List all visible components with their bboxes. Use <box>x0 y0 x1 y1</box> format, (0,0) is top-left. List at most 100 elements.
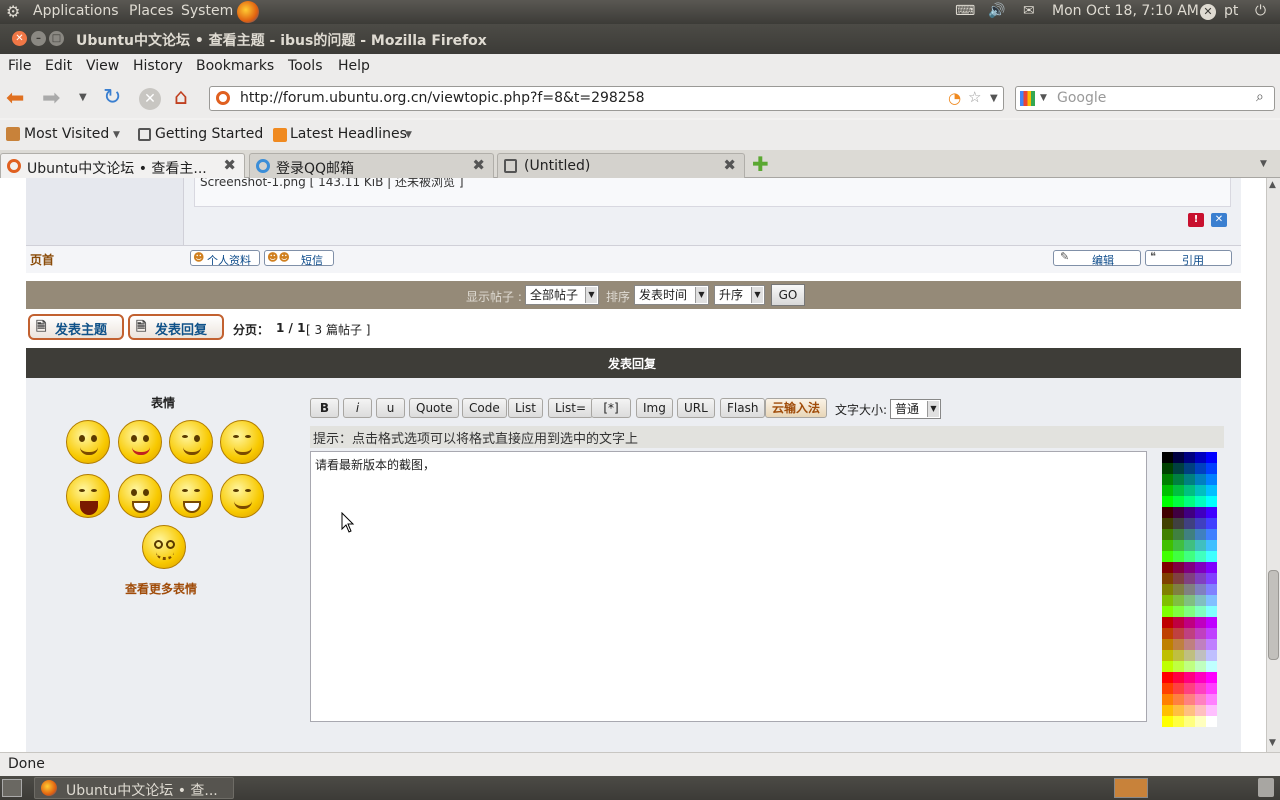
color-swatch[interactable] <box>1195 672 1206 683</box>
applications-menu[interactable]: Applications <box>33 3 119 19</box>
close-window-button[interactable]: ✕ <box>12 31 27 46</box>
color-swatch[interactable] <box>1195 507 1206 518</box>
grin-sweat-icon[interactable] <box>118 474 162 518</box>
color-swatch[interactable] <box>1184 452 1195 463</box>
search-engine-dropdown-icon[interactable]: ▼ <box>1040 93 1047 103</box>
color-swatch[interactable] <box>1195 650 1206 661</box>
color-swatch[interactable] <box>1206 639 1217 650</box>
color-swatch[interactable] <box>1184 683 1195 694</box>
color-swatch[interactable] <box>1195 474 1206 485</box>
color-swatch[interactable] <box>1184 650 1195 661</box>
color-swatch[interactable] <box>1206 672 1217 683</box>
color-swatch[interactable] <box>1162 507 1173 518</box>
color-swatch[interactable] <box>1162 606 1173 617</box>
reload-icon[interactable]: ↻ <box>103 85 121 110</box>
latest-headlines-dropdown-icon[interactable]: ▼ <box>405 130 412 140</box>
color-swatch[interactable] <box>1173 485 1184 496</box>
color-swatch[interactable] <box>1173 496 1184 507</box>
color-swatch[interactable] <box>1206 694 1217 705</box>
color-swatch[interactable] <box>1195 617 1206 628</box>
latest-headlines-bookmark[interactable]: Latest Headlines <box>290 126 407 142</box>
color-swatch[interactable] <box>1173 672 1184 683</box>
color-swatch[interactable] <box>1162 551 1173 562</box>
color-swatch[interactable] <box>1173 551 1184 562</box>
firefox-launcher-icon[interactable] <box>237 1 259 23</box>
color-swatch[interactable] <box>1195 694 1206 705</box>
power-icon[interactable]: ⏻ <box>1255 3 1266 19</box>
font-size-select[interactable]: 普通 ▼ <box>890 399 941 419</box>
color-swatch[interactable] <box>1195 529 1206 540</box>
giggle-icon[interactable] <box>220 420 264 464</box>
menu-tools[interactable]: Tools <box>288 58 323 74</box>
list-button[interactable]: List <box>508 398 543 418</box>
color-swatch[interactable] <box>1184 485 1195 496</box>
back-to-top-link[interactable]: 页首 <box>30 251 54 268</box>
color-swatch[interactable] <box>1162 529 1173 540</box>
color-swatch[interactable] <box>1206 496 1217 507</box>
color-swatch[interactable] <box>1206 573 1217 584</box>
show-posts-select[interactable]: 全部帖子 ▼ <box>525 285 599 305</box>
color-swatch[interactable] <box>1195 540 1206 551</box>
menu-file[interactable]: File <box>8 58 31 74</box>
color-swatch[interactable] <box>1162 463 1173 474</box>
tab-list-dropdown-icon[interactable]: ▼ <box>1260 159 1267 169</box>
color-swatch[interactable] <box>1184 551 1195 562</box>
color-swatch[interactable] <box>1184 595 1195 606</box>
close-tab-icon[interactable]: ✖ <box>723 156 736 174</box>
color-swatch[interactable] <box>1162 562 1173 573</box>
color-swatch[interactable] <box>1195 661 1206 672</box>
tongue-out-icon[interactable] <box>118 420 162 464</box>
keyboard-layout-indicator[interactable]: pt <box>1224 3 1238 19</box>
profile-button[interactable]: ☻ 个人资料 <box>190 250 260 267</box>
color-swatch[interactable] <box>1184 529 1195 540</box>
color-swatch[interactable] <box>1195 683 1206 694</box>
color-swatch[interactable] <box>1206 617 1217 628</box>
color-swatch[interactable] <box>1206 474 1217 485</box>
stop-icon[interactable]: ✕ <box>139 88 161 110</box>
post-reply-button[interactable]: 🗎 发表回复 <box>128 314 224 340</box>
getting-started-bookmark[interactable]: Getting Started <box>155 126 263 142</box>
color-swatch[interactable] <box>1162 452 1173 463</box>
search-engine-icon[interactable] <box>1020 91 1035 106</box>
color-swatch[interactable] <box>1206 650 1217 661</box>
cloud-input-button[interactable]: 云输入法 <box>765 398 828 418</box>
color-swatch[interactable] <box>1162 705 1173 716</box>
color-swatch[interactable] <box>1195 606 1206 617</box>
url-button[interactable]: URL <box>677 398 715 418</box>
color-swatch[interactable] <box>1195 639 1206 650</box>
color-swatch[interactable] <box>1195 551 1206 562</box>
color-swatch[interactable] <box>1162 595 1173 606</box>
color-swatch[interactable] <box>1184 672 1195 683</box>
color-swatch[interactable] <box>1173 463 1184 474</box>
color-swatch[interactable] <box>1195 518 1206 529</box>
smile-icon[interactable] <box>66 420 110 464</box>
image-button[interactable]: Img <box>636 398 673 418</box>
color-swatch[interactable] <box>1184 716 1195 727</box>
color-swatch[interactable] <box>1173 518 1184 529</box>
color-swatch[interactable] <box>1184 606 1195 617</box>
color-swatch[interactable] <box>1173 617 1184 628</box>
color-swatch[interactable] <box>1195 716 1206 727</box>
color-swatch[interactable] <box>1206 606 1217 617</box>
clock[interactable]: Mon Oct 18, 7:10 AM <box>1052 3 1199 19</box>
color-swatch[interactable] <box>1162 650 1173 661</box>
italic-button[interactable]: i <box>343 398 372 418</box>
search-bar[interactable]: ▼ Google ⌕ <box>1015 86 1275 111</box>
color-swatch[interactable] <box>1173 639 1184 650</box>
color-swatch[interactable] <box>1162 474 1173 485</box>
laugh-icon[interactable] <box>66 474 110 518</box>
color-swatch[interactable] <box>1206 716 1217 727</box>
delete-post-icon[interactable]: ✕ <box>1211 213 1227 227</box>
color-swatch[interactable] <box>1173 716 1184 727</box>
color-swatch[interactable] <box>1173 694 1184 705</box>
color-swatch[interactable] <box>1162 661 1173 672</box>
scroll-up-icon[interactable]: ▲ <box>1269 180 1276 190</box>
color-swatch[interactable] <box>1173 650 1184 661</box>
quote-post-button[interactable]: ❝ 引用 <box>1145 250 1232 267</box>
keyboard-icon[interactable]: ⌨ <box>955 3 975 19</box>
color-swatch[interactable] <box>1195 595 1206 606</box>
color-swatch[interactable] <box>1195 573 1206 584</box>
color-swatch[interactable] <box>1173 562 1184 573</box>
color-swatch[interactable] <box>1184 705 1195 716</box>
color-swatch[interactable] <box>1184 639 1195 650</box>
